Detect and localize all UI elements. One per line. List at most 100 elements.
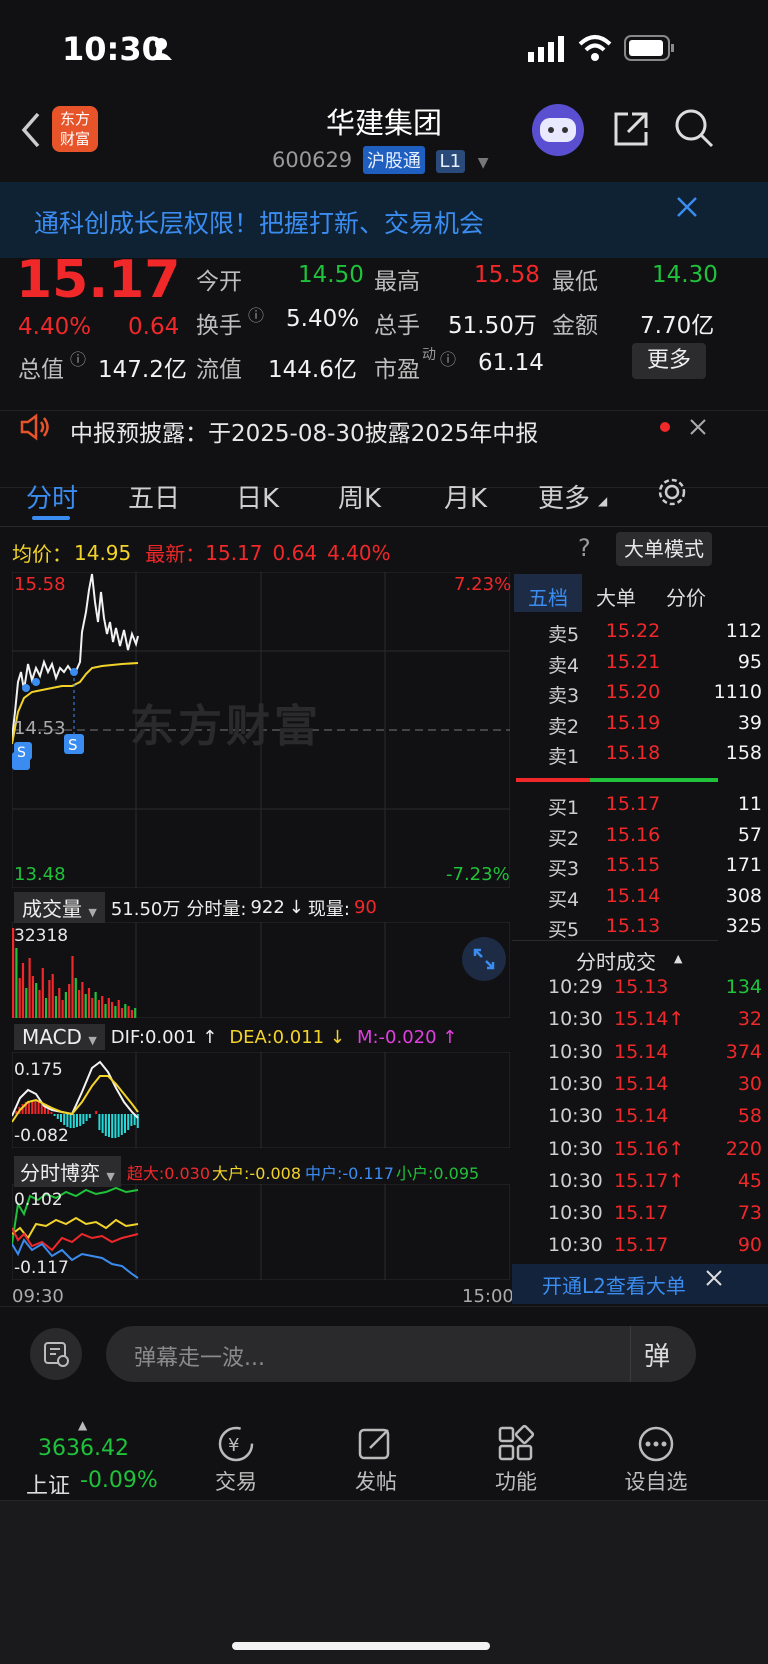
share-icon[interactable] xyxy=(610,108,652,150)
buy-sell-ratio-green xyxy=(590,778,718,782)
help-icon[interactable]: ? xyxy=(578,534,591,562)
tab-monthly-k[interactable]: 月K xyxy=(444,478,487,515)
ask-row[interactable]: 卖4 15.21 95 xyxy=(548,651,762,678)
macd-bar xyxy=(47,1109,50,1114)
close-icon[interactable] xyxy=(690,419,706,435)
ask-price: 15.18 xyxy=(605,742,661,764)
ask-row[interactable]: 卖3 15.20 1110 xyxy=(548,681,762,708)
volume-bar xyxy=(130,1010,133,1018)
trade-time: 10:30 xyxy=(548,1040,603,1063)
search-icon[interactable] xyxy=(672,106,716,150)
info-icon[interactable]: ⓘ xyxy=(248,302,264,326)
trade-time: 10:30 xyxy=(548,1202,603,1225)
flow-mid: 中户:-0.117 xyxy=(305,1163,394,1183)
connect-tag: 沪股通 xyxy=(362,146,425,174)
nav-trade[interactable]: 交易 xyxy=(186,1466,286,1496)
volume-bar xyxy=(74,978,77,1018)
trades-title[interactable]: 分时成交 xyxy=(576,946,656,975)
volume-bar xyxy=(48,980,51,1018)
trade-row: 10:30 15.17 90 xyxy=(548,1234,762,1256)
tab-five-day[interactable]: 五日 xyxy=(128,478,180,515)
unread-dot xyxy=(660,422,670,432)
volume-bar xyxy=(31,976,34,1018)
nav-post[interactable]: 发帖 xyxy=(326,1466,426,1496)
wifi-icon xyxy=(578,35,612,61)
home-indicator xyxy=(232,1642,490,1650)
bid-row[interactable]: 买4 15.14 308 xyxy=(548,885,762,912)
bid-row[interactable]: 买5 15.13 325 xyxy=(548,915,762,942)
macd-bar xyxy=(85,1114,88,1121)
tab-more[interactable]: 更多 xyxy=(538,478,590,515)
trade-price: 15.13 xyxy=(614,976,669,998)
big-order-mode-button[interactable]: 大单模式 xyxy=(616,532,712,566)
volume-indicator-select[interactable]: 成交量 ▼ xyxy=(14,892,105,923)
stock-code-row[interactable]: 600629 沪股通 L1 ▼ xyxy=(272,146,489,174)
trade-volume: 58 xyxy=(737,1105,762,1128)
info-icon[interactable]: ⓘ xyxy=(70,346,86,370)
divider xyxy=(512,940,718,941)
volume-bar xyxy=(104,1004,107,1018)
time-axis-end: 15:00 xyxy=(462,1286,514,1307)
tab-daily-k[interactable]: 日K xyxy=(236,478,279,515)
bid-volume: 308 xyxy=(725,884,762,907)
macd-indicator-select[interactable]: MACD ▼ xyxy=(14,1024,105,1050)
promo-banner-text: 通科创成长层权限！把握打新、交易机会 xyxy=(34,209,485,238)
ask-price: 15.19 xyxy=(605,711,661,734)
trade-volume: 45 xyxy=(737,1169,762,1192)
ask-row[interactable]: 卖2 15.19 39 xyxy=(548,712,762,739)
level-tag: L1 xyxy=(435,150,466,173)
bid-label: 买5 xyxy=(548,919,580,941)
bid-row[interactable]: 买3 15.15 171 xyxy=(548,854,762,881)
index-change[interactable]: -0.09% xyxy=(80,1468,158,1493)
chevron-up-icon[interactable]: ▲ xyxy=(78,1418,87,1432)
last-value: 15.17 xyxy=(205,540,263,565)
trade-volume: 73 xyxy=(737,1202,762,1225)
ask-row[interactable]: 卖1 15.18 158 xyxy=(548,742,762,769)
tab-weekly-k[interactable]: 周K xyxy=(338,478,381,515)
svg-text:¥: ¥ xyxy=(228,1435,239,1456)
open-value: 14.50 xyxy=(298,262,364,288)
volume-bar xyxy=(81,982,84,1018)
more-button[interactable]: 更多 xyxy=(632,343,706,379)
stock-code: 600629 xyxy=(272,148,353,172)
macd-dea: DEA:0.011 ↓ xyxy=(229,1026,345,1048)
nav-watchlist[interactable]: 设自选 xyxy=(606,1466,706,1496)
trade-icon[interactable]: ¥ xyxy=(216,1424,256,1464)
bid-row[interactable]: 买1 15.17 11 xyxy=(548,793,762,820)
volume-bar xyxy=(51,974,54,1018)
volume-bar xyxy=(41,968,44,1018)
ask-price: 15.22 xyxy=(605,620,661,642)
apps-icon[interactable] xyxy=(496,1424,536,1464)
active-tab-indicator xyxy=(32,516,70,520)
divider xyxy=(630,1326,631,1382)
danmaku-settings-icon[interactable] xyxy=(30,1328,82,1380)
danmaku-toggle-icon[interactable]: 弹 xyxy=(644,1336,670,1373)
flow-indicator-select[interactable]: 分时博弈 ▼ xyxy=(14,1156,121,1187)
tab-level5[interactable]: 五档 xyxy=(528,582,568,611)
index-value[interactable]: 3636.42 xyxy=(38,1436,129,1461)
post-icon[interactable] xyxy=(356,1424,396,1464)
macd-bar xyxy=(53,1114,56,1116)
robot-avatar-icon[interactable] xyxy=(532,104,584,156)
tab-big-orders[interactable]: 大单 xyxy=(596,582,636,611)
bid-volume: 57 xyxy=(737,823,762,846)
tab-price-dist[interactable]: 分价 xyxy=(666,582,706,611)
close-icon[interactable] xyxy=(676,196,698,218)
current-price: 15.17 xyxy=(16,250,181,310)
info-icon[interactable]: ⓘ xyxy=(440,346,456,370)
tab-intraday[interactable]: 分时 xyxy=(26,478,78,515)
close-icon[interactable] xyxy=(706,1270,722,1286)
watchlist-icon[interactable] xyxy=(636,1424,676,1464)
macd-bar xyxy=(117,1114,120,1137)
index-name[interactable]: 上证 xyxy=(26,1468,70,1500)
macd-bar xyxy=(50,1112,53,1114)
volume-bar xyxy=(78,990,81,1018)
trade-time: 10:30 xyxy=(548,1137,603,1160)
bid-price: 15.13 xyxy=(605,915,661,937)
bid-row[interactable]: 买2 15.16 57 xyxy=(548,824,762,851)
ask-row[interactable]: 卖5 15.22 112 xyxy=(548,620,762,647)
volume-bar xyxy=(45,998,48,1018)
expand-icon[interactable] xyxy=(462,937,506,981)
gear-icon[interactable] xyxy=(656,476,688,508)
nav-functions[interactable]: 功能 xyxy=(466,1466,566,1496)
